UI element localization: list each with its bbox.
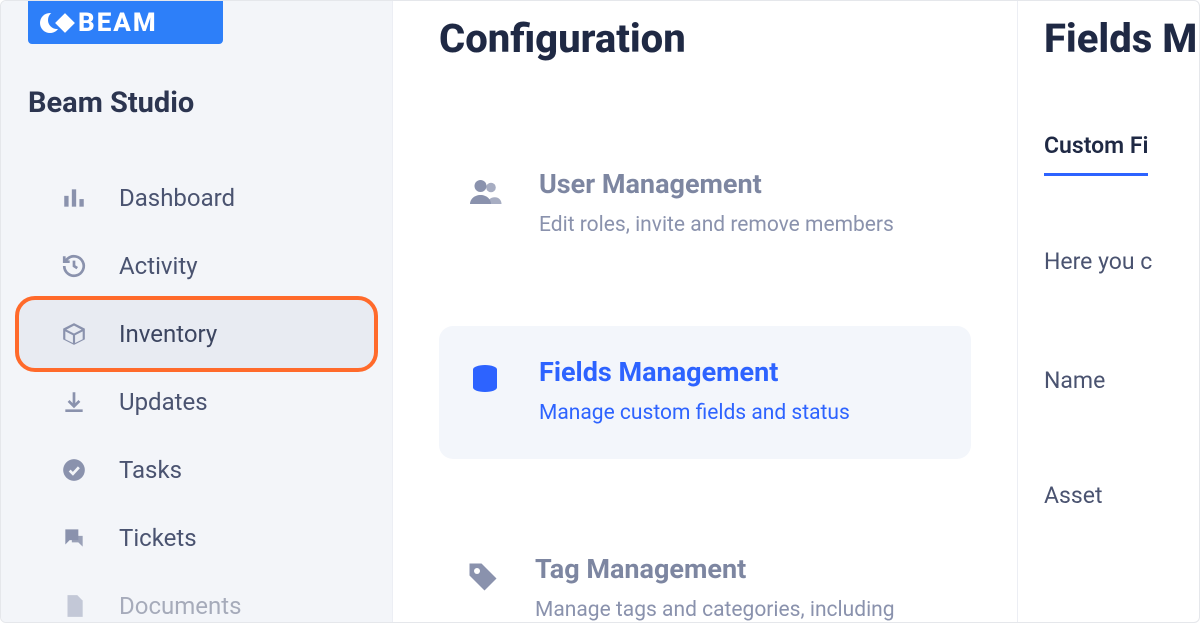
chat-icon <box>59 525 89 551</box>
box-icon <box>59 321 89 347</box>
config-card-user-management[interactable]: User Management Edit roles, invite and r… <box>439 138 971 270</box>
brand-name: BEAM <box>78 8 158 38</box>
fields-tabs: Custom Fi <box>1044 132 1199 176</box>
users-icon <box>465 168 505 210</box>
history-icon <box>59 253 89 279</box>
config-card-text: User Management Edit roles, invite and r… <box>539 168 894 240</box>
configuration-heading: Configuration <box>439 15 971 62</box>
tag-icon <box>465 553 501 595</box>
check-circle-icon <box>59 457 89 483</box>
config-card-desc: Manage custom fields and status <box>539 398 850 428</box>
config-card-text: Fields Management Manage custom fields a… <box>539 356 850 428</box>
config-card-desc: Edit roles, invite and remove members <box>539 210 894 240</box>
sidebar-nav: Dashboard Activity Inventory Updates <box>1 164 392 623</box>
sidebar-item-label: Updates <box>119 388 208 416</box>
field-label-asset: Asset <box>1044 482 1199 509</box>
workspace-title: Beam Studio <box>28 86 392 120</box>
sidebar-item-activity[interactable]: Activity <box>19 232 374 300</box>
bar-chart-icon <box>59 185 89 211</box>
sidebar-item-label: Tickets <box>119 524 197 552</box>
config-card-title: User Management <box>539 168 894 200</box>
sidebar-item-label: Documents <box>119 592 242 620</box>
fields-heading: Fields M <box>1044 15 1199 62</box>
sidebar-item-label: Inventory <box>119 320 217 348</box>
config-card-title: Fields Management <box>539 356 850 388</box>
sidebar-item-updates[interactable]: Updates <box>19 368 374 436</box>
config-card-tag-management[interactable]: Tag Management Manage tags and categorie… <box>439 523 971 623</box>
config-card-fields-management[interactable]: Fields Management Manage custom fields a… <box>439 326 971 458</box>
fields-intro: Here you c <box>1044 248 1199 275</box>
config-card-title: Tag Management <box>535 553 945 585</box>
sidebar-item-documents[interactable]: Documents <box>19 572 374 623</box>
sidebar-item-label: Activity <box>119 252 198 280</box>
config-card-desc: Manage tags and categories, including ma… <box>535 595 945 623</box>
sidebar-item-dashboard[interactable]: Dashboard <box>19 164 374 232</box>
sidebar-item-tickets[interactable]: Tickets <box>19 504 374 572</box>
fields-panel: Fields M Custom Fi Here you c Name Asset <box>1017 1 1199 622</box>
sidebar-item-label: Tasks <box>119 456 182 484</box>
tab-custom-fields[interactable]: Custom Fi <box>1044 132 1148 176</box>
config-card-text: Tag Management Manage tags and categorie… <box>535 553 945 623</box>
sidebar-item-inventory[interactable]: Inventory <box>19 300 374 368</box>
beam-logo-icon <box>40 10 72 36</box>
download-icon <box>59 389 89 415</box>
sidebar: BEAM Beam Studio Dashboard Activity <box>1 1 393 622</box>
field-label-name: Name <box>1044 367 1199 394</box>
brand-logo[interactable]: BEAM <box>28 1 223 44</box>
document-icon <box>59 593 89 619</box>
sidebar-item-tasks[interactable]: Tasks <box>19 436 374 504</box>
configuration-panel: Configuration User Management Edit roles… <box>393 1 1017 622</box>
database-icon <box>465 356 505 398</box>
sidebar-item-label: Dashboard <box>119 184 235 212</box>
